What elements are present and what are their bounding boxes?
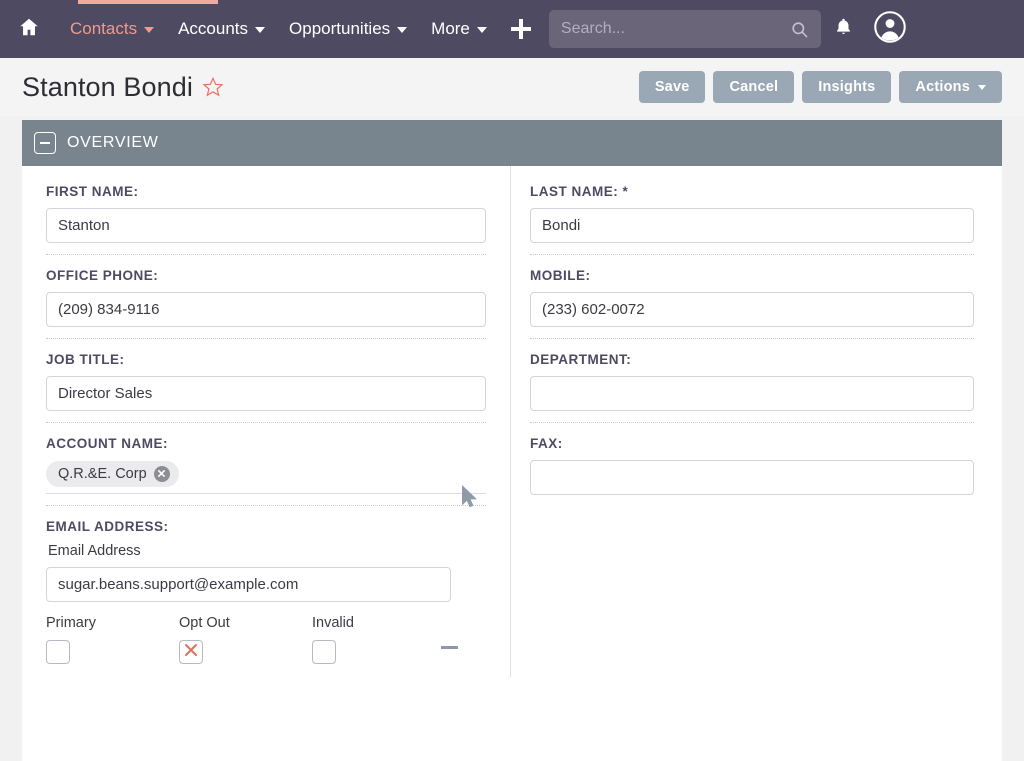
insights-button[interactable]: Insights: [802, 71, 891, 103]
actions-button[interactable]: Actions: [899, 71, 1002, 103]
cancel-button[interactable]: Cancel: [713, 71, 794, 103]
field-separator: [530, 338, 974, 339]
overview-panel-header: OVERVIEW: [22, 120, 1002, 166]
field-label: ACCOUNT NAME:: [46, 436, 486, 451]
field-fax: FAX:: [530, 436, 974, 508]
field-separator: [46, 505, 486, 506]
nav-item-label: Contacts: [70, 19, 137, 39]
primary-checkbox[interactable]: [46, 640, 70, 664]
nav-item-label: Opportunities: [289, 19, 390, 39]
form-column-left: FIRST NAME: OFFICE PHONE: JOB TITLE: ACC…: [22, 166, 510, 677]
field-office-phone: OFFICE PHONE:: [46, 268, 486, 352]
remove-circle-icon[interactable]: [154, 466, 170, 482]
field-label: LAST NAME: *: [530, 184, 974, 199]
nav-item-label: Accounts: [178, 19, 248, 39]
nav-item-contacts[interactable]: Contacts: [58, 0, 166, 58]
job-title-input[interactable]: [46, 376, 486, 411]
account-pill[interactable]: Q.R.&E. Corp: [46, 461, 179, 487]
account-name-input[interactable]: Q.R.&E. Corp: [46, 460, 486, 494]
fax-input[interactable]: [530, 460, 974, 495]
user-profile-button[interactable]: [867, 0, 913, 58]
overview-panel-title: OVERVIEW: [67, 134, 159, 152]
global-search[interactable]: [549, 10, 821, 48]
account-pill-label: Q.R.&E. Corp: [58, 466, 147, 482]
field-last-name: LAST NAME: *: [530, 184, 974, 268]
minus-icon: [40, 142, 50, 144]
bell-icon: [834, 16, 853, 42]
user-avatar-icon: [873, 10, 907, 49]
home-button[interactable]: [0, 16, 58, 43]
first-name-input[interactable]: [46, 208, 486, 243]
field-department: DEPARTMENT:: [530, 352, 974, 436]
remove-email-row-button[interactable]: [441, 646, 458, 649]
record-detail-card: OVERVIEW FIRST NAME: OFFICE PHONE: JOB T…: [22, 120, 1002, 761]
active-tab-indicator: [78, 0, 218, 4]
plus-icon: [511, 19, 531, 39]
field-label: EMAIL ADDRESS:: [46, 519, 486, 534]
field-separator: [46, 254, 486, 255]
insights-button-label: Insights: [818, 79, 875, 95]
chevron-down-icon: [477, 27, 487, 33]
field-label: MOBILE:: [530, 268, 974, 283]
save-button[interactable]: Save: [639, 71, 706, 103]
save-button-label: Save: [655, 79, 690, 95]
nav-item-label: More: [431, 19, 470, 39]
field-first-name: FIRST NAME:: [46, 184, 486, 268]
office-phone-input[interactable]: [46, 292, 486, 327]
email-address-input[interactable]: [46, 567, 451, 602]
field-separator: [46, 338, 486, 339]
email-flag-invalid: Invalid: [312, 615, 445, 664]
field-label: FAX:: [530, 436, 974, 451]
field-separator: [530, 254, 974, 255]
field-label: OFFICE PHONE:: [46, 268, 486, 283]
form-column-right: LAST NAME: * MOBILE: DEPARTMENT: FAX:: [510, 166, 998, 677]
home-icon: [18, 16, 40, 43]
last-name-input[interactable]: [530, 208, 974, 243]
field-email-address: EMAIL ADDRESS: Email Address Primary Opt…: [46, 519, 486, 677]
chevron-down-icon: [397, 27, 407, 33]
chevron-down-icon: [144, 27, 154, 33]
chevron-down-icon: [978, 85, 986, 90]
actions-button-label: Actions: [915, 79, 970, 95]
cancel-button-label: Cancel: [729, 79, 778, 95]
checkbox-label: Opt Out: [179, 615, 312, 631]
email-flag-primary: Primary: [46, 615, 179, 664]
record-title-bar: Stanton Bondi Save Cancel Insights Actio…: [0, 58, 1024, 116]
field-separator: [46, 422, 486, 423]
page-title: Stanton Bondi: [22, 72, 193, 103]
field-label: JOB TITLE:: [46, 352, 486, 367]
field-job-title: JOB TITLE:: [46, 352, 486, 436]
field-account-name: ACCOUNT NAME: Q.R.&E. Corp: [46, 436, 486, 519]
checkbox-label: Invalid: [312, 615, 445, 631]
mobile-input[interactable]: [530, 292, 974, 327]
field-separator: [530, 422, 974, 423]
overview-form: FIRST NAME: OFFICE PHONE: JOB TITLE: ACC…: [22, 166, 1002, 677]
top-navigation-bar: Contacts Accounts Opportunities More: [0, 0, 1024, 58]
x-check-icon: [183, 642, 199, 663]
field-label: FIRST NAME:: [46, 184, 486, 199]
search-icon[interactable]: [790, 20, 809, 39]
invalid-checkbox[interactable]: [312, 640, 336, 664]
nav-item-opportunities[interactable]: Opportunities: [277, 0, 419, 58]
notifications-button[interactable]: [821, 0, 867, 58]
checkbox-label: Primary: [46, 615, 179, 631]
collapse-panel-button[interactable]: [34, 132, 56, 154]
field-label: DEPARTMENT:: [530, 352, 974, 367]
nav-item-accounts[interactable]: Accounts: [166, 0, 277, 58]
star-outline-icon[interactable]: [202, 76, 224, 98]
opt-out-checkbox[interactable]: [179, 640, 203, 664]
column-divider: [510, 166, 511, 677]
record-action-buttons: Save Cancel Insights Actions: [639, 58, 1002, 116]
chevron-down-icon: [255, 27, 265, 33]
field-mobile: MOBILE:: [530, 268, 974, 352]
email-flag-opt-out: Opt Out: [179, 615, 312, 664]
department-input[interactable]: [530, 376, 974, 411]
email-sub-label: Email Address: [48, 543, 486, 559]
email-flags-row: Primary Opt Out: [46, 615, 486, 664]
nav-item-more[interactable]: More: [419, 0, 499, 58]
create-new-button[interactable]: [503, 0, 539, 58]
search-input[interactable]: [561, 20, 784, 38]
